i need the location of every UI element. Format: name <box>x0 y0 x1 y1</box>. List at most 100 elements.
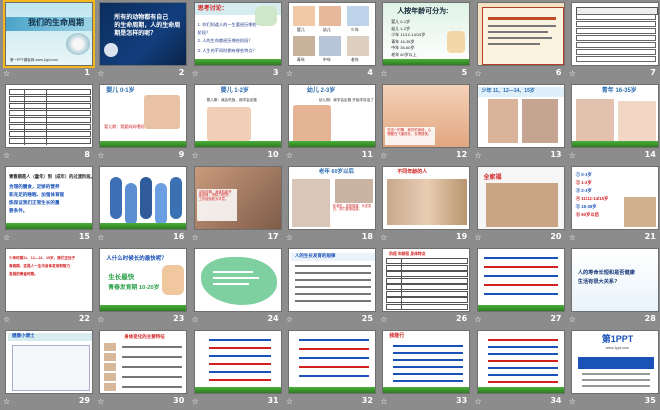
slide-cell[interactable]: 婴儿 幼儿 少年 青年 中年 老年 ☆ 4 <box>283 0 377 82</box>
table-row <box>9 117 91 123</box>
family-photo <box>387 179 468 225</box>
slide-title: 青年 16-35岁 <box>601 88 637 94</box>
slide-thumbnail[interactable] <box>99 166 188 230</box>
slide-cell[interactable]: 在这一时期，我们的身体、心理都在飞速成长，长得很快。 ☆ 12 <box>377 82 471 164</box>
slide-thumbnail[interactable]: 我能行 <box>382 330 471 394</box>
slide-cell[interactable]: 人的寿命长短和是否健康 生活有很大关系? ☆ 28 <box>566 246 660 328</box>
slide-thumbnail[interactable] <box>193 330 282 394</box>
slide-cell[interactable]: ☆ 32 <box>283 328 377 410</box>
slide-cell[interactable]: ☆ 31 <box>189 328 283 410</box>
slide-thumbnail[interactable]: 少年时期11、12—14、15岁，我们正处于 青春期，这是人一生中身体发育和智力发… <box>5 248 93 312</box>
slide-cell[interactable]: 青年 16-35岁 ☆ 14 <box>566 82 660 164</box>
slide-thumbnail[interactable]: 幼儿 2-3岁 幼儿期：我学会走路 开始学说话了 <box>287 84 376 148</box>
photo-caption: 中年时期，身体机能开始减退，但精力较好，工作经验较为丰富。 <box>198 190 232 201</box>
slide-cell[interactable]: 第1PPT www.1ppt.com ☆ 35 <box>566 328 660 410</box>
text-block <box>208 339 271 341</box>
teen-photo <box>487 99 518 143</box>
slide-thumbnail[interactable]: 少年 11、12—14、15岁 <box>476 84 565 148</box>
slide-number: 20 <box>550 232 562 241</box>
slide-cell[interactable]: 所有的动物都有自己 的生命周期，人的生命周 期是怎样的呢？ ☆ 2 <box>94 0 188 82</box>
slide-cell[interactable]: ☆ 16 <box>94 164 188 246</box>
slide-thumbnail[interactable]: 全家福 <box>476 166 565 230</box>
grass-strip <box>100 223 187 229</box>
table-row <box>575 42 656 48</box>
portrait-photo <box>318 6 341 26</box>
text-block <box>294 279 371 281</box>
slide-thumbnail[interactable]: 第1PPT www.1ppt.com <box>570 330 659 394</box>
slide-thumbnail[interactable]: 身体变化的主要特征 <box>99 330 188 394</box>
table-row <box>386 297 469 303</box>
slide-thumbnail[interactable] <box>476 248 565 312</box>
slide-thumbnail[interactable]: 人按年龄可分为: 婴儿 0-1岁 幼儿 1-2岁 少年 11/12-14/15岁 青年 … <box>382 2 471 66</box>
slide-number: 35 <box>644 396 656 405</box>
slide-thumbnail[interactable]: 在这一时期，我们的身体、心理都在飞速成长，长得很快。 <box>382 84 471 148</box>
slide-cell[interactable]: 老年 60岁以后 年老时，皮肤褶皱、头发变白、视力逐渐衰退。 ☆ 18 <box>283 164 377 246</box>
slide-number: 32 <box>361 396 373 405</box>
slide-thumbnail[interactable] <box>476 330 565 394</box>
slide-cell[interactable]: 我们的生命周期 第一PPT模板网 www.1ppt.com ☆ 1 <box>0 0 95 82</box>
slide-thumbnail[interactable]: ① 0-1岁 ② 1-2岁 ③ 2-3岁 ④ 11/12-14/15岁 ⑤ 16-35岁… <box>570 166 659 230</box>
slide-cell[interactable]: 思考讨论： 1. 你们知道人的一生要经历哪些 阶段？ 2. 人的生命都经历哪些阶段？ 3… <box>189 0 283 82</box>
slide-number: 34 <box>550 396 562 405</box>
slide-cell[interactable]: 人按年龄可分为: 婴儿 0-1岁 幼儿 1-2岁 少年 11/12-14/15岁 青年 … <box>377 0 471 82</box>
youth-photo <box>617 101 656 143</box>
slide-cell[interactable]: ☆ 7 <box>566 0 660 82</box>
slide-thumbnail[interactable] <box>570 2 659 66</box>
slide-thumbnail[interactable] <box>193 248 282 312</box>
slide-transition-icon: ☆ <box>380 233 388 242</box>
slide-cell[interactable]: 人的生长发育的规律 ☆ 25 <box>283 246 377 328</box>
slide-thumbnail[interactable]: 人的寿命长短和是否健康 生活有很大关系? <box>570 248 659 312</box>
text-block <box>298 375 369 377</box>
slide-thumbnail[interactable]: 婴儿 0-1岁 婴儿期：我要妈妈喂奶 <box>99 84 188 148</box>
slide-cell[interactable]: ☆ 27 <box>472 246 566 328</box>
slide-cell[interactable]: 人什么时候长的最快呢？ 生长最快 青春发育期 10-20岁 ☆ 23 <box>94 246 188 328</box>
slide-thumbnail[interactable]: 青年 16-35岁 <box>570 84 659 148</box>
slide-thumbnail[interactable]: 不同年龄的人 <box>382 166 471 230</box>
table-row <box>575 28 656 34</box>
slide-thumbnail[interactable]: 婴儿 1-2岁 婴儿期：我会吃饭，我学会走路 <box>193 84 282 148</box>
slide-thumbnail[interactable]: 婴儿 幼儿 少年 青年 中年 老年 <box>287 2 376 66</box>
slide-cell[interactable]: 婴儿 0-1岁 婴儿期：我要妈妈喂奶 ☆ 9 <box>94 82 188 164</box>
slide-subtitle: www.1ppt.com <box>605 346 630 350</box>
slide-thumbnail[interactable]: 阶段 年龄段 身体特点 <box>382 248 471 312</box>
slide-cell[interactable]: 幼儿 2-3岁 幼儿期：我学会走路 开始学说话了 ☆ 11 <box>283 82 377 164</box>
table-row <box>9 103 91 109</box>
question-line: 人的寿命长短和是否健康 <box>577 270 635 276</box>
slide-cell[interactable]: 中年时期，身体机能开始减退，但精力较好，工作经验较为丰富。 ☆ 17 <box>189 164 283 246</box>
slide-cell[interactable]: 不同年龄的人 ☆ 19 <box>377 164 471 246</box>
slide-cell[interactable]: 我能行 ☆ 33 <box>377 328 471 410</box>
slide-transition-icon: ☆ <box>474 69 482 78</box>
slide-thumbnail[interactable]: 人什么时候长的最快呢？ 生长最快 青春发育期 10-20岁 <box>99 248 188 312</box>
slide-number: 9 <box>178 150 185 159</box>
slide-thumbnail[interactable]: 所有的动物都有自己 的生命周期，人的生命周 期是怎样的呢？ <box>99 2 188 66</box>
slide-cell[interactable]: 婴儿 1-2岁 婴儿期：我会吃饭，我学会走路 ☆ 10 <box>189 82 283 164</box>
slide-cell[interactable]: ① 0-1岁 ② 1-2岁 ③ 2-3岁 ④ 11/12-14/15岁 ⑤ 16-35岁… <box>566 164 660 246</box>
slide-cell[interactable]: ☆ 8 <box>0 82 94 164</box>
slide-thumbnail[interactable]: 健康小博士 <box>5 330 93 394</box>
slide-transition-icon: ☆ <box>3 397 11 406</box>
slide-cell[interactable]: ☆ 34 <box>472 328 566 410</box>
stage-line: ③ 2-3岁 <box>575 188 592 193</box>
slide-thumbnail[interactable] <box>476 2 565 66</box>
slide-cell[interactable]: 少年时期11、12—14、15岁，我们正处于 青春期，这是人一生中身体发育和智力发… <box>0 246 94 328</box>
slide-thumbnail[interactable]: 思考讨论： 1. 你们知道人的一生要经历哪些 阶段？ 2. 人的生命都经历哪些阶段？ 3… <box>193 2 282 66</box>
slide-cell[interactable]: 身体变化的主要特征 ☆ 30 <box>94 328 188 410</box>
slide-cell[interactable]: ☆ 24 <box>189 246 283 328</box>
slide-thumbnail[interactable]: 老年 60岁以后 年老时，皮肤褶皱、头发变白、视力逐渐衰退。 <box>287 166 376 230</box>
slide-cell[interactable]: 全家福 ☆ 20 <box>472 164 566 246</box>
portrait-photo <box>292 6 315 26</box>
slide-number: 26 <box>456 314 468 323</box>
slide-cell[interactable]: 青春期是人（童年）到（成年）的过渡阶段。 合理的膳食，足够的营养 和充足的睡眠、加强… <box>0 164 94 246</box>
slide-thumbnail[interactable]: 中年时期，身体机能开始减退，但精力较好，工作经验较为丰富。 <box>193 166 282 230</box>
slide-cell[interactable]: 阶段 年龄段 身体特点 ☆ 26 <box>377 246 471 328</box>
slide-cell[interactable]: 健康小博士 ☆ 29 <box>0 328 94 410</box>
slide-thumbnail[interactable] <box>287 330 376 394</box>
slide-thumbnail[interactable] <box>5 84 93 148</box>
slide-thumbnail[interactable]: 我们的生命周期 第一PPT模板网 www.1ppt.com <box>3 0 95 68</box>
slide-thumbnail[interactable]: 人的生长发育的规律 <box>287 248 376 312</box>
icon-figure <box>104 383 117 391</box>
slide-number: 5 <box>461 68 468 77</box>
slide-thumbnail[interactable]: 青春期是人（童年）到（成年）的过渡阶段。 合理的膳食，足够的营养 和充足的睡眠、加强… <box>5 166 93 230</box>
slide-cell[interactable]: ☆ 6 <box>472 0 566 82</box>
slide-cell[interactable]: 少年 11、12—14、15岁 ☆ 13 <box>472 82 566 164</box>
